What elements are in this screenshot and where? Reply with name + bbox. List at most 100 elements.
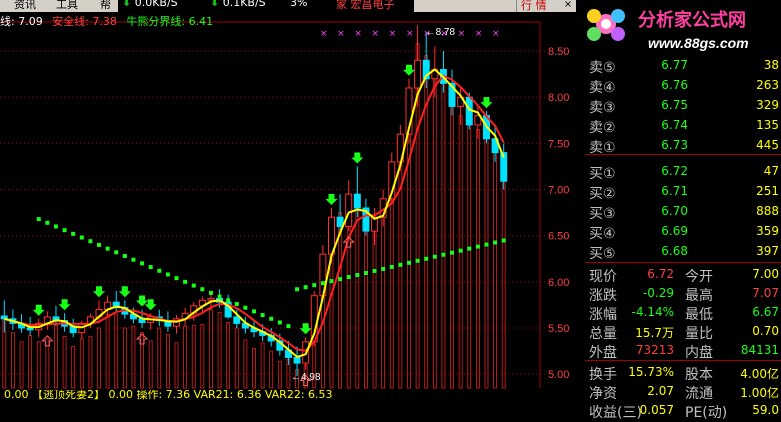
stat-label: 最高: [685, 288, 713, 304]
sell-order-volume: 445: [756, 138, 779, 152]
volume-bar: [122, 327, 127, 389]
candle: [207, 297, 215, 301]
buy-order-row[interactable]: 买③ 6.70 888: [587, 202, 781, 222]
volume-bar: [407, 106, 411, 389]
bull-bear-dot: [191, 283, 196, 288]
sell-order-row[interactable]: 卖④ 6.76 263: [587, 76, 781, 96]
bull-bear-dot: [320, 281, 325, 286]
bull-bear-dot: [338, 277, 343, 282]
sell-order-label: 卖③: [589, 100, 616, 116]
bull-bear-dot: [501, 238, 506, 243]
stat-value: 7.00: [752, 267, 779, 281]
flower-logo-icon: [587, 9, 625, 41]
sell-order-row[interactable]: 卖① 6.73 445: [587, 136, 781, 156]
buy-order-label: 买⑤: [589, 246, 616, 262]
sell-order-row[interactable]: 卖③ 6.75 329: [587, 96, 781, 116]
volume-bar: [381, 216, 386, 389]
stat-label: 量比: [685, 326, 713, 342]
bull-bear-dot: [424, 256, 429, 261]
volume-bar: [71, 346, 76, 389]
bull-bear-dot: [62, 228, 67, 233]
stat-row: 涨跌 -0.29 最高 7.07: [587, 284, 781, 304]
sell-order-price: 6.77: [661, 58, 688, 72]
sell-order-label: 卖②: [589, 120, 616, 136]
volume-bar: [62, 335, 67, 389]
bull-bear-dot: [303, 285, 308, 290]
volume-bar: [131, 325, 136, 389]
bull-bear-dot: [217, 294, 222, 299]
stat-label: 涨跌: [589, 288, 617, 304]
sell-order-row[interactable]: 卖② 6.74 135: [587, 116, 781, 136]
high-annotation: ←8.78: [426, 27, 456, 38]
volume-bar: [338, 212, 343, 389]
bull-bear-dot: [165, 272, 170, 277]
bull-bear-dot: [286, 324, 291, 329]
sell-signal-arrow-icon: [325, 194, 338, 205]
buy-order-volume: 397: [756, 244, 779, 258]
logo-title: 分析家公式网: [638, 9, 746, 30]
bull-bear-dot: [363, 270, 368, 275]
bull-bear-dot: [174, 276, 179, 281]
bull-bear-dot: [458, 248, 463, 253]
volume-bar: [79, 338, 84, 389]
stat-row: 外盘 73213 内盘 84131: [587, 341, 781, 361]
buy-order-row[interactable]: 买② 6.71 251: [587, 182, 781, 202]
stat-label: 外盘: [589, 345, 617, 361]
volume-bar: [450, 92, 454, 389]
volume-bar: [28, 334, 33, 389]
signal-marker: ×: [492, 29, 500, 39]
sell-order-volume: 263: [756, 78, 779, 92]
signal-marker: ×: [406, 29, 414, 39]
candle: [233, 316, 241, 324]
y-tick-label: 7.00: [548, 185, 569, 197]
sell-signal-arrow-icon: [402, 64, 415, 76]
stat-value: 7.07: [752, 286, 779, 300]
buy-order-row[interactable]: 买④ 6.69 359: [587, 222, 781, 242]
sell-order-label: 卖⑤: [589, 60, 616, 76]
signal-marker: ×: [458, 29, 466, 39]
buy-signal-arrow-icon: [135, 333, 149, 345]
bull-bear-dot: [260, 313, 265, 318]
volume-bar: [501, 166, 506, 389]
bull-bear-dot: [114, 250, 119, 255]
low-annotation: ←4.98: [291, 372, 321, 383]
sell-signal-arrow-icon: [58, 299, 71, 311]
divider: [585, 360, 781, 361]
volume-bar: [114, 313, 119, 389]
candle: [26, 327, 34, 331]
bull-bear-dot: [157, 268, 162, 273]
volume-bar: [88, 335, 93, 389]
stat-value: 15.73%: [628, 365, 674, 379]
volume-bar: [165, 334, 170, 389]
bull-bear-dot: [329, 279, 334, 284]
bull-bear-dot: [398, 262, 403, 267]
candle: [345, 193, 353, 227]
sell-order-price: 6.73: [661, 138, 688, 152]
buy-order-row[interactable]: 买⑤ 6.68 397: [587, 242, 781, 262]
buy-order-price: 6.72: [661, 164, 688, 178]
stat-label: 总量: [589, 326, 617, 342]
volume-bar: [45, 338, 50, 389]
volume-bar: [260, 342, 265, 389]
buy-order-label: 买②: [589, 186, 616, 202]
volume-bar: [234, 327, 239, 389]
volume-bar: [140, 332, 144, 389]
volume-bar: [217, 311, 222, 389]
sell-order-row[interactable]: 卖⑤ 6.77 38: [587, 56, 781, 76]
bull-bear-dot: [252, 309, 256, 314]
buy-order-label: 买①: [589, 166, 616, 182]
bull-bear-dot: [226, 298, 231, 303]
volume-bar: [54, 323, 58, 389]
y-tick-label: 5.00: [548, 369, 569, 381]
bull-bear-dot: [450, 250, 455, 255]
bull-bear-dot: [243, 305, 248, 310]
bull-bear-dot: [208, 290, 213, 295]
volume-bar: [191, 324, 196, 389]
volume-bar: [493, 142, 497, 389]
y-tick-label: 8.00: [548, 92, 569, 104]
buy-signal-arrow-icon: [41, 335, 54, 347]
bull-bear-line-value: 牛熊分界线: 6.41: [126, 15, 214, 28]
signal-marker: ×: [320, 29, 328, 39]
buy-order-row[interactable]: 买① 6.72 47: [587, 162, 781, 182]
signal-marker: ×: [354, 29, 362, 39]
